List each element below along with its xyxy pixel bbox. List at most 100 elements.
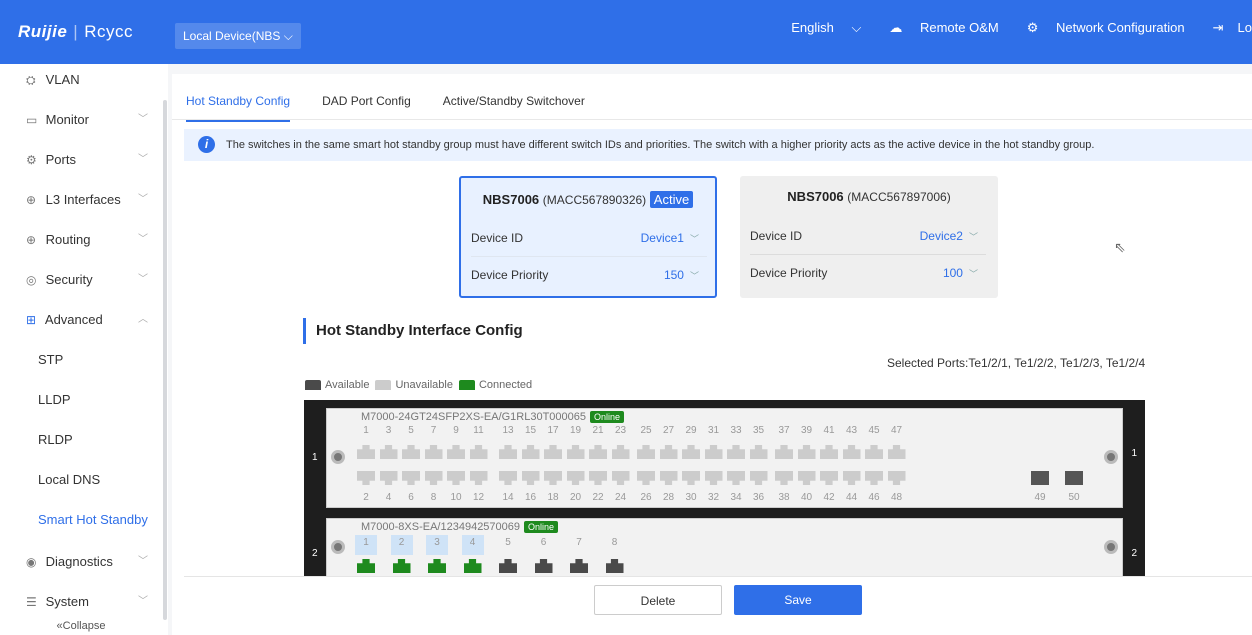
sidebar-item-diagnostics[interactable]: ◉ Diagnostics ﹀ (0, 542, 162, 582)
port-1[interactable] (357, 445, 375, 459)
port-6[interactable] (402, 471, 420, 485)
device-priority-select[interactable]: 150 ﹀ (664, 257, 699, 294)
sidebar-item-rldp[interactable]: RLDP (0, 420, 162, 460)
logo-sub: Rcycc (84, 22, 133, 41)
port-17[interactable] (544, 445, 562, 459)
port-2[interactable] (357, 471, 375, 485)
port-8[interactable] (605, 559, 624, 573)
port-50[interactable] (1065, 471, 1083, 485)
remote-om-link[interactable]: ☁ Remote O&M (875, 20, 998, 36)
port-21[interactable] (589, 445, 607, 459)
language-select[interactable]: English ⌵ (777, 20, 861, 36)
port-20[interactable] (566, 471, 585, 485)
sidebar-item-smart-hot-standby[interactable]: Smart Hot Standby (0, 500, 162, 540)
port-48[interactable] (887, 471, 906, 485)
port-19[interactable] (566, 445, 585, 459)
unavailable-swatch (375, 380, 392, 390)
device-select[interactable]: Local Device(NBS ⌵ (175, 23, 301, 49)
sidebar-scrollbar[interactable] (163, 100, 167, 620)
port-16[interactable] (521, 471, 540, 485)
port-14[interactable] (499, 471, 517, 485)
port-3[interactable] (379, 445, 398, 459)
port-44[interactable] (842, 471, 861, 485)
device-id-row: Device ID Device1 ﹀ (471, 220, 707, 256)
port-3[interactable] (428, 559, 446, 573)
port-31[interactable] (704, 445, 723, 459)
port-24[interactable] (611, 471, 630, 485)
port-38[interactable] (775, 471, 793, 485)
tab-dad-port-config[interactable]: DAD Port Config (322, 94, 411, 122)
tab-active-standby-switchover[interactable]: Active/Standby Switchover (443, 94, 585, 122)
device-priority-select[interactable]: 100 ﹀ (943, 255, 978, 292)
port-7[interactable] (570, 559, 588, 573)
slot-name: M7000-8XS-EA/1234942570069 Online (361, 521, 559, 533)
port-46[interactable] (865, 471, 883, 485)
line-card-slot-1: M7000-24GT24SFP2XS-EA/G1RL30T000065 Onlin… (326, 408, 1123, 508)
port-1[interactable] (357, 559, 375, 573)
port-47[interactable] (887, 445, 906, 459)
port-42[interactable] (820, 471, 838, 485)
port-41[interactable] (820, 445, 838, 459)
port-label: 46 (868, 492, 880, 503)
sidebar-item-l3-interfaces[interactable]: ⊕ L3 Interfaces ﹀ (0, 180, 162, 220)
port-18[interactable] (544, 471, 562, 485)
port-5[interactable] (402, 445, 420, 459)
port-11[interactable] (469, 445, 488, 459)
port-7[interactable] (424, 445, 443, 459)
port-10[interactable] (447, 471, 465, 485)
sidebar-item-vlan[interactable]: ⛭ VLAN (0, 64, 162, 100)
sidebar-item-local-dns[interactable]: Local DNS (0, 460, 162, 500)
port-32[interactable] (704, 471, 723, 485)
device-id-select[interactable]: Device1 ﹀ (641, 220, 699, 257)
port-27[interactable] (659, 445, 678, 459)
port-49[interactable] (1031, 471, 1049, 485)
port-40[interactable] (797, 471, 816, 485)
port-15[interactable] (521, 445, 540, 459)
sidebar-item-routing[interactable]: ⊕ Routing ﹀ (0, 220, 162, 260)
port-37[interactable] (775, 445, 793, 459)
port-25[interactable] (637, 445, 655, 459)
port-23[interactable] (611, 445, 630, 459)
port-36[interactable] (749, 471, 768, 485)
port-2[interactable] (392, 559, 411, 573)
port-8[interactable] (424, 471, 443, 485)
delete-button[interactable]: Delete (594, 585, 722, 615)
device-card-standby[interactable]: NBS7006 (MACC567897006) Device ID Device… (740, 176, 998, 298)
device-mac: (MACC567897006) (847, 190, 951, 204)
port-6[interactable] (534, 559, 553, 573)
port-39[interactable] (797, 445, 816, 459)
port-label: 26 (640, 492, 652, 503)
network-config-link[interactable]: ⚙ Network Configuration (1013, 20, 1185, 36)
device-id-select[interactable]: Device2 ﹀ (920, 218, 978, 255)
port-45[interactable] (865, 445, 883, 459)
collapse-button[interactable]: «Collapse (0, 620, 162, 632)
port-label: 43 (845, 425, 858, 436)
port-28[interactable] (659, 471, 678, 485)
port-43[interactable] (842, 445, 861, 459)
port-4[interactable] (379, 471, 398, 485)
port-35[interactable] (749, 445, 768, 459)
sidebar-item-advanced[interactable]: ⊞ Advanced ︿ (0, 300, 162, 340)
sidebar-item-lldp[interactable]: LLDP (0, 380, 162, 420)
sidebar-item-system[interactable]: ☰ System ﹀ (0, 582, 162, 622)
port-26[interactable] (637, 471, 655, 485)
port-30[interactable] (682, 471, 700, 485)
save-button[interactable]: Save (734, 585, 862, 615)
port-13[interactable] (499, 445, 517, 459)
port-22[interactable] (589, 471, 607, 485)
logout-link[interactable]: ⇥ Lo (1199, 20, 1252, 36)
sidebar-item-stp[interactable]: STP (0, 340, 162, 380)
device-card-active[interactable]: NBS7006 (MACC567890326) Active Device ID… (459, 176, 717, 298)
port-5[interactable] (499, 559, 517, 573)
port-12[interactable] (469, 471, 488, 485)
port-33[interactable] (727, 445, 745, 459)
tab-hot-standby-config[interactable]: Hot Standby Config (186, 94, 291, 122)
sidebar-item-ports[interactable]: ⚙ Ports ﹀ (0, 140, 162, 180)
port-9[interactable] (447, 445, 465, 459)
sidebar-item-security[interactable]: ◎ Security ﹀ (0, 260, 162, 300)
port-34[interactable] (727, 471, 745, 485)
port-4[interactable] (463, 559, 482, 573)
device-priority-row: Device Priority 100 ﹀ (750, 254, 986, 290)
port-29[interactable] (682, 445, 700, 459)
sidebar-item-monitor[interactable]: ▭ Monitor ﹀ (0, 100, 162, 140)
